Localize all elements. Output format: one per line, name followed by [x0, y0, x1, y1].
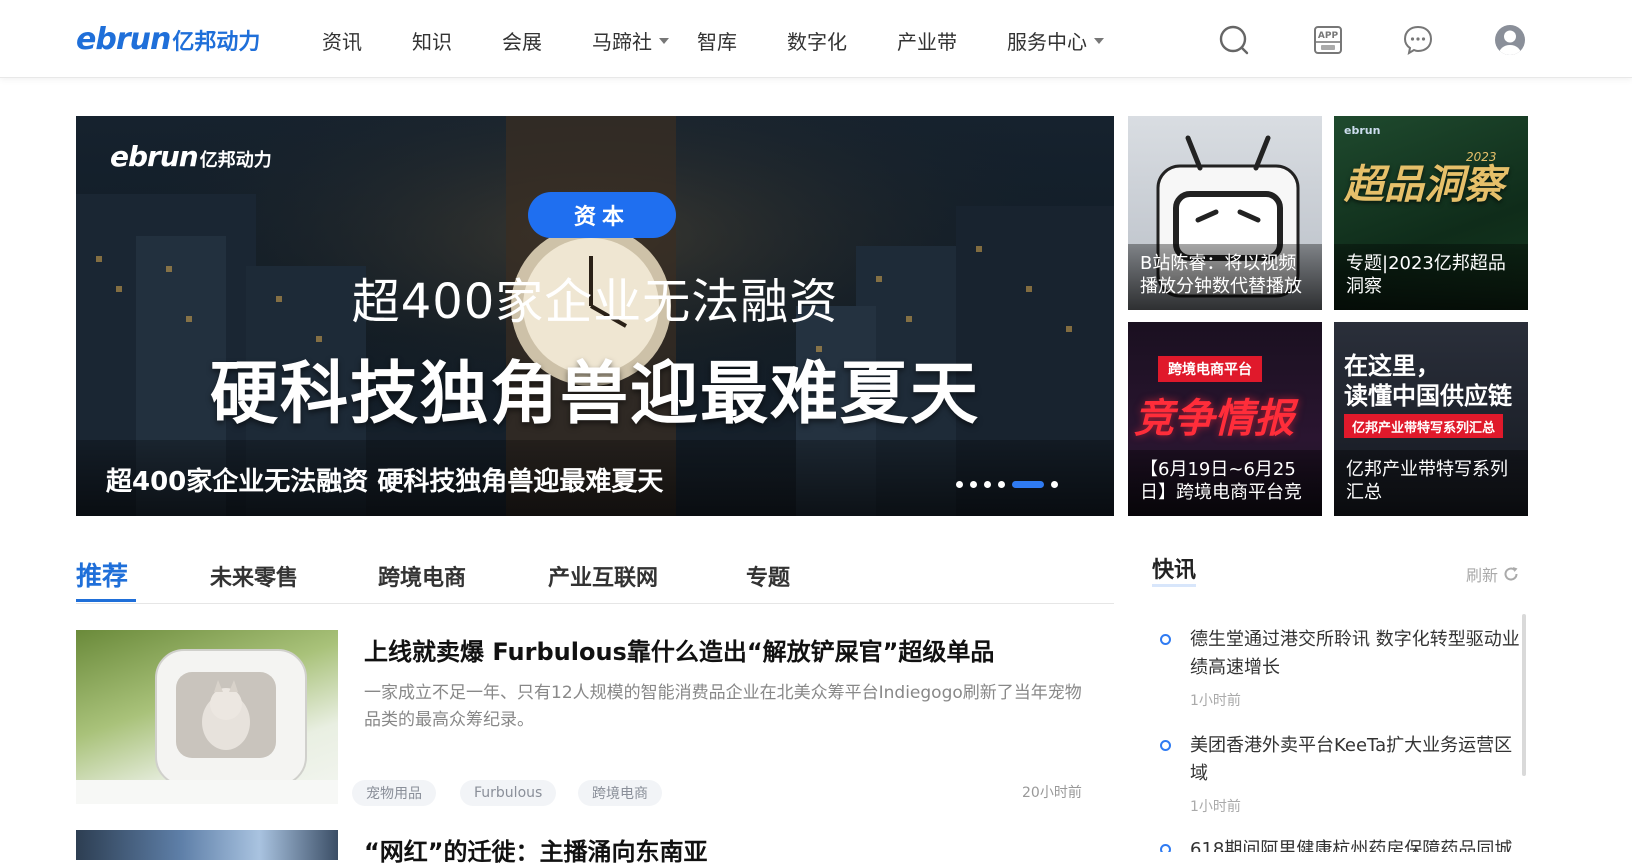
article-tag[interactable]: 宠物用品 [352, 780, 436, 806]
feature-tile-competitive-intel[interactable]: 跨境电商平台 竞争情报 【6月19日~6月25日】跨境电商平台竞 [1128, 322, 1322, 516]
article-title[interactable]: 上线就卖爆 Furbulous靠什么造出“解放铲屎官”超级单品 [364, 632, 994, 667]
banner-category-tag: 资本 [528, 192, 676, 238]
timeline-dot [1160, 844, 1171, 852]
message-icon[interactable] [1402, 24, 1434, 56]
tile-caption: B站陈睿：将以视频播放分钟数代替播放 [1128, 244, 1322, 310]
active-tab-indicator [76, 599, 136, 602]
nav-item-exhibition[interactable]: 会展 [502, 26, 542, 55]
tile-art-year: 2023 [1466, 150, 1497, 164]
carousel-dot[interactable] [998, 481, 1005, 488]
app-icon-text: APP [1318, 31, 1339, 41]
article-summary: 一家成立不足一年、只有12人规模的智能消费品企业在北美众筹平台Indiegogo… [364, 683, 1082, 730]
hero-carousel[interactable]: ebrun 亿邦动力 资本 超400家企业无法融资 硬科技独角兽迎最难夏天 超4… [76, 116, 1114, 516]
logo-en: ebrun [76, 22, 171, 57]
banner-logo-en: ebrun [110, 140, 199, 173]
nav-label: 马蹄社 [592, 30, 652, 54]
carousel-dot[interactable] [1051, 481, 1058, 488]
tab-future-retail[interactable]: 未来零售 [210, 560, 298, 592]
tile-caption: 专题|2023亿邦超品洞察 [1334, 244, 1528, 310]
article-timestamp: 20小时前 [1022, 785, 1082, 801]
nav-item-industry-belt[interactable]: 产业带 [897, 26, 957, 55]
flash-news-title: 快讯 [1152, 558, 1197, 587]
tile-art-title: 竞争情报 [1134, 396, 1294, 442]
search-icon[interactable] [1218, 24, 1250, 56]
nav-item-mati[interactable]: 马蹄社 [592, 26, 669, 55]
article-tag[interactable]: 跨境电商 [578, 780, 662, 806]
tile-art-line-2: 读懂中国供应链 [1344, 382, 1512, 410]
flash-news-text: 618期间阿里健康杭州药房保障药品同城 [1190, 839, 1513, 852]
nav-item-digital[interactable]: 数字化 [787, 26, 847, 55]
tile-caption: 亿邦产业带特写系列汇总 [1334, 450, 1528, 516]
article-tag[interactable]: Furbulous [460, 780, 557, 806]
article-thumbnail[interactable] [76, 630, 338, 804]
site-logo[interactable]: ebrun 亿邦动力 [76, 22, 261, 57]
nav-label: 会展 [502, 30, 542, 54]
feature-tile-supply-chain[interactable]: 在这里， 读懂中国供应链 亿邦产业带特写系列汇总 亿邦产业带特写系列汇总 [1334, 322, 1528, 516]
tile-caption: 【6月19日~6月25日】跨境电商平台竞 [1128, 450, 1322, 516]
article-thumbnail[interactable] [76, 830, 338, 860]
banner-headline-2: 硬科技独角兽迎最难夏天 [209, 355, 980, 434]
timeline-dot [1160, 634, 1171, 645]
tab-label: 推荐 [76, 562, 129, 592]
nav-label: 知识 [412, 30, 452, 54]
flash-news-time: 1小时前 [1190, 693, 1241, 709]
tile-art-title: 超品洞察 [1344, 162, 1504, 208]
carousel-dot[interactable] [970, 481, 977, 488]
banner-logo: ebrun 亿邦动力 [110, 140, 272, 173]
carousel-indicators [956, 481, 1058, 488]
cat-litter-box-image [76, 649, 338, 804]
flash-news-text: 美团香港外卖平台KeeTa扩大业务运营区域 [1190, 735, 1513, 784]
nav-label: 数字化 [787, 30, 847, 54]
user-icon[interactable] [1494, 24, 1526, 56]
refresh-button[interactable]: 刷新 [1466, 562, 1520, 586]
nav-label: 产业带 [897, 30, 957, 54]
flash-news-text: 德生堂通过港交所聆讯 数字化转型驱动业绩高速增长 [1190, 629, 1520, 678]
flash-news-time: 1小时前 [1190, 799, 1241, 815]
tab-industrial-internet[interactable]: 产业互联网 [548, 560, 658, 592]
banner-headline-1: 超400家企业无法融资 [351, 274, 839, 330]
article-title[interactable]: “网红”的迁徙：主播涌向东南亚 [364, 832, 708, 867]
nav-item-news[interactable]: 资讯 [322, 26, 362, 55]
tab-recommended[interactable]: 推荐 [76, 556, 136, 602]
refresh-icon [1504, 567, 1518, 581]
tab-special-topics[interactable]: 专题 [746, 560, 790, 592]
refresh-label: 刷新 [1466, 566, 1499, 585]
carousel-dot[interactable] [984, 481, 991, 488]
nav-item-knowledge[interactable]: 知识 [412, 26, 452, 55]
nav-item-service-center[interactable]: 服务中心 [1007, 26, 1104, 55]
chevron-down-icon [659, 37, 669, 44]
nav-label: 服务中心 [1007, 30, 1087, 54]
logo-cn: 亿邦动力 [172, 30, 261, 55]
site-header: ebrun 亿邦动力 资讯 知识 会展 马蹄社 智库 数字化 产业带 服务中心 … [0, 0, 1632, 78]
nav-label: 资讯 [322, 30, 362, 54]
content-tabs: 推荐 未来零售 跨境电商 产业互联网 专题 [76, 560, 1114, 604]
tile-art-badge: 亿邦产业带特写系列汇总 [1344, 414, 1504, 438]
flash-news-list: 德生堂通过港交所聆讯 数字化转型驱动业绩高速增长 1小时前 美团香港外卖平台Ke… [1160, 612, 1532, 852]
tab-cross-border[interactable]: 跨境电商 [378, 560, 466, 592]
carousel-dot[interactable] [956, 481, 963, 488]
app-icon[interactable]: APP [1312, 24, 1344, 56]
tile-art-badge: 跨境电商平台 [1158, 356, 1262, 382]
banner-logo-cn: 亿邦动力 [199, 150, 272, 171]
main-nav: 资讯 知识 会展 马蹄社 智库 数字化 产业带 服务中心 [322, 26, 1104, 55]
tile-mini-logo: ebrun [1344, 124, 1381, 137]
feature-tile-bilibili[interactable]: B站陈睿：将以视频播放分钟数代替播放 [1128, 116, 1322, 310]
timeline-dot [1160, 740, 1171, 751]
carousel-dot-active[interactable] [1012, 481, 1044, 488]
banner-caption[interactable]: 超400家企业无法融资 硬科技独角兽迎最难夏天 [106, 461, 663, 498]
chevron-down-icon [1094, 37, 1104, 44]
nav-item-think-tank[interactable]: 智库 [697, 26, 737, 55]
flash-news-scrollbar[interactable] [1522, 614, 1526, 776]
nav-label: 智库 [697, 30, 737, 54]
feature-tile-super-product[interactable]: ebrun 超品洞察 2023 专题|2023亿邦超品洞察 [1334, 116, 1528, 310]
